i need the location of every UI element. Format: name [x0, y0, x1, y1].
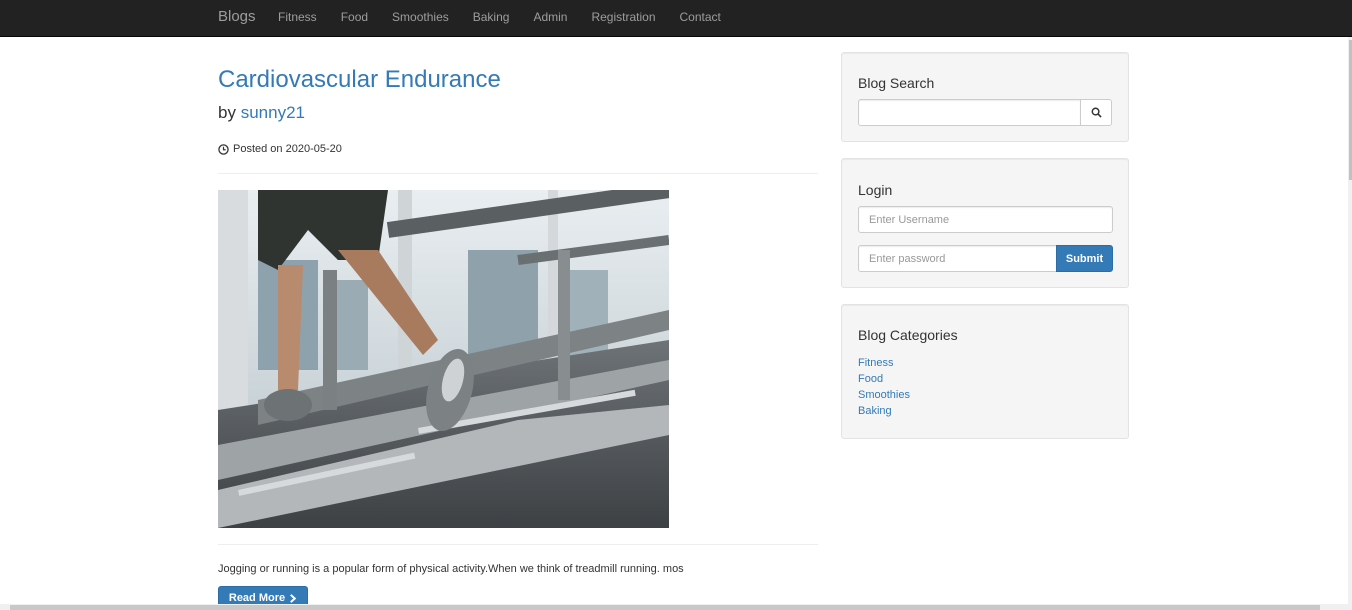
post-byline: by sunny21	[218, 103, 305, 123]
author-link[interactable]: sunny21	[241, 103, 305, 122]
category-food[interactable]: Food	[858, 373, 883, 385]
list-item: Smoothies	[858, 385, 910, 401]
posted-label: Posted on 2020-05-20	[233, 143, 342, 155]
categories-heading: Blog Categories	[858, 327, 958, 343]
clock-icon	[218, 143, 229, 155]
nav-smoothies[interactable]: Smoothies	[380, 0, 461, 37]
nav-fitness[interactable]: Fitness	[266, 0, 329, 37]
treadmill-photo	[218, 190, 669, 528]
category-smoothies[interactable]: Smoothies	[858, 389, 910, 401]
top-navbar: Blogs Fitness Food Smoothies Baking Admi…	[0, 0, 1352, 37]
submit-button[interactable]: Submit	[1056, 245, 1113, 272]
divider	[218, 173, 818, 174]
post-title[interactable]: Cardiovascular Endurance	[218, 66, 501, 94]
nav-admin[interactable]: Admin	[521, 0, 579, 37]
chevron-right-icon	[290, 593, 297, 603]
nav-registration[interactable]: Registration	[579, 0, 667, 37]
post-date: Posted on 2020-05-20	[218, 143, 342, 155]
brand-link[interactable]: Blogs	[218, 8, 256, 25]
list-item: Baking	[858, 401, 910, 417]
post-image	[218, 190, 669, 528]
nav-baking[interactable]: Baking	[461, 0, 522, 37]
blog-categories-panel: Blog Categories Fitness Food Smoothies B…	[841, 304, 1129, 439]
username-input[interactable]	[858, 206, 1113, 233]
blog-search-panel: Blog Search	[841, 52, 1129, 142]
byline-prefix: by	[218, 103, 236, 122]
read-more-label: Read More	[228, 592, 286, 604]
search-icon	[1091, 107, 1102, 118]
list-item: Fitness	[858, 353, 910, 369]
nav-contact[interactable]: Contact	[668, 0, 733, 37]
horizontal-scrollbar-thumb[interactable]	[10, 605, 1320, 610]
category-baking[interactable]: Baking	[858, 405, 892, 417]
password-input[interactable]	[858, 245, 1057, 272]
post-excerpt: Jogging or running is a popular form of …	[218, 563, 684, 575]
search-button[interactable]	[1080, 99, 1112, 126]
main-nav: Fitness Food Smoothies Baking Admin Regi…	[266, 0, 733, 37]
divider	[218, 544, 818, 545]
login-heading: Login	[858, 182, 893, 198]
category-fitness[interactable]: Fitness	[858, 357, 893, 369]
login-panel: Login Submit	[841, 158, 1129, 288]
list-item: Food	[858, 369, 910, 385]
search-heading: Blog Search	[858, 75, 935, 91]
search-input[interactable]	[858, 99, 1081, 126]
nav-food[interactable]: Food	[329, 0, 380, 37]
category-list: Fitness Food Smoothies Baking	[858, 353, 910, 417]
